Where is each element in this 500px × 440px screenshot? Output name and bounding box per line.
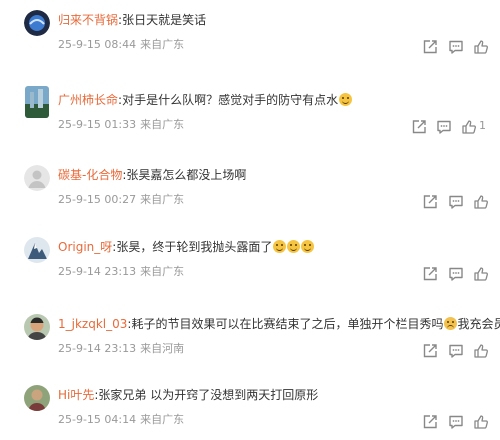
comment-icon[interactable] (447, 193, 465, 211)
username[interactable]: 碳基-化合物 (58, 168, 122, 182)
username[interactable]: Origin_呀 (58, 240, 112, 254)
share-icon[interactable] (421, 193, 439, 211)
comment-text: 张昊嘉怎么都没上场啊 (126, 168, 247, 182)
avatar[interactable] (24, 314, 50, 340)
comment-meta: 25-9-14 23:13 来自河南 (58, 342, 184, 356)
share-icon[interactable] (421, 342, 439, 360)
avatar[interactable] (24, 10, 50, 36)
comment-item: 1_jkzqkl_03:耗子的节目效果可以在比赛结束了之后，单独开个栏目秀吗 我充… (0, 312, 500, 385)
comment-meta: 25-9-15 00:27 来自广东 (58, 193, 184, 207)
emoji-smile (287, 240, 301, 253)
avatar[interactable] (24, 165, 50, 191)
comment-icon[interactable] (447, 413, 465, 431)
comment-meta: 25-9-15 08:44 来自广东 (58, 38, 184, 52)
username[interactable]: 广州柿长命 (58, 93, 118, 107)
location: 来自广东 (140, 193, 185, 206)
timestamp: 25-9-15 01:33 (58, 118, 137, 131)
comment-meta: 25-9-15 01:33 来自广东 (58, 118, 184, 132)
comment-item: Hi叶先:张家兄弟 以为开窍了没想到两天打回原形 25-9-15 04:14 来自… (0, 383, 500, 440)
location: 来自广东 (140, 118, 185, 131)
location: 来自广东 (140, 38, 185, 51)
like-icon[interactable] (472, 38, 490, 56)
timestamp: 25-9-15 00:27 (58, 193, 137, 206)
comment-text-line: 归来不背锅:张日天就是笑话 (58, 12, 206, 28)
username[interactable]: 1_jkzqkl_03 (58, 317, 127, 331)
timestamp: 25-9-14 23:13 (58, 342, 137, 355)
share-icon[interactable] (421, 413, 439, 431)
timestamp: 25-9-15 08:44 (58, 38, 137, 51)
emoji-cry (444, 317, 458, 330)
comment-text: 张家兄弟 以为开窍了没想到两天打回原形 (98, 388, 319, 402)
comment-text-line: 广州柿长命:对手是什么队啊？感觉对手的防守有点水 (58, 92, 353, 108)
comment-item: 归来不背锅:张日天就是笑话 25-9-15 08:44 来自广东 (0, 8, 500, 81)
comment-text: 对手是什么队啊？感觉对手的防守有点水 (122, 93, 339, 107)
location: 来自广东 (140, 265, 185, 278)
comment-meta: 25-9-15 04:14 来自广东 (58, 413, 184, 427)
location: 来自河南 (140, 342, 185, 355)
comment-text-line: Hi叶先:张家兄弟 以为开窍了没想到两天打回原形 (58, 387, 318, 403)
comment-text: 耗子的节目效果可以在比赛结束了之后，单独开个栏目秀吗 (131, 317, 444, 331)
comment-meta: 25-9-14 23:13 来自广东 (58, 265, 184, 279)
avatar[interactable] (24, 385, 50, 411)
share-icon[interactable] (421, 38, 439, 56)
like-icon[interactable] (472, 193, 490, 211)
avatar[interactable] (24, 237, 50, 263)
emoji-smile (301, 240, 315, 253)
like-icon[interactable] (472, 413, 490, 431)
timestamp: 25-9-14 23:13 (58, 265, 137, 278)
comment-text: 张日天就是笑话 (122, 13, 207, 27)
like-icon[interactable] (472, 342, 490, 360)
timestamp: 25-9-15 04:14 (58, 413, 137, 426)
location: 来自广东 (140, 413, 185, 426)
comment-item: 广州柿长命:对手是什么队啊？感觉对手的防守有点水 25-9-15 01:33 来自… (0, 86, 500, 161)
share-icon[interactable] (421, 265, 439, 283)
username[interactable]: 归来不背锅 (58, 13, 118, 27)
comment-text-after-emoji: 我充会员 (457, 317, 500, 331)
comment-item: 碳基-化合物:张昊嘉怎么都没上场啊 25-9-15 00:27 来自广东 (0, 163, 500, 236)
comment-icon[interactable] (435, 118, 453, 136)
like-icon[interactable] (472, 265, 490, 283)
comment-text: 张昊，终于轮到我抛头露面了 (116, 240, 273, 254)
comment-text-line: 1_jkzqkl_03:耗子的节目效果可以在比赛结束了之后，单独开个栏目秀吗 我充… (58, 316, 500, 332)
avatar[interactable] (25, 86, 49, 118)
comment-item: Origin_呀:张昊，终于轮到我抛头露面了 25-9-14 23:13 来自广东 (0, 235, 500, 308)
comment-text-line: 碳基-化合物:张昊嘉怎么都没上场啊 (58, 167, 246, 183)
share-icon[interactable] (410, 118, 428, 136)
like-icon[interactable] (460, 118, 478, 136)
like-count: 1 (479, 119, 486, 132)
comment-icon[interactable] (447, 38, 465, 56)
emoji-smile (273, 240, 287, 253)
comment-list: 归来不背锅:张日天就是笑话 25-9-15 08:44 来自广东 广州柿长命:对手… (0, 0, 500, 440)
comment-text-line: Origin_呀:张昊，终于轮到我抛头露面了 (58, 239, 315, 255)
comment-icon[interactable] (447, 265, 465, 283)
emoji-smile (339, 93, 353, 106)
comment-icon[interactable] (447, 342, 465, 360)
username[interactable]: Hi叶先 (58, 388, 94, 402)
